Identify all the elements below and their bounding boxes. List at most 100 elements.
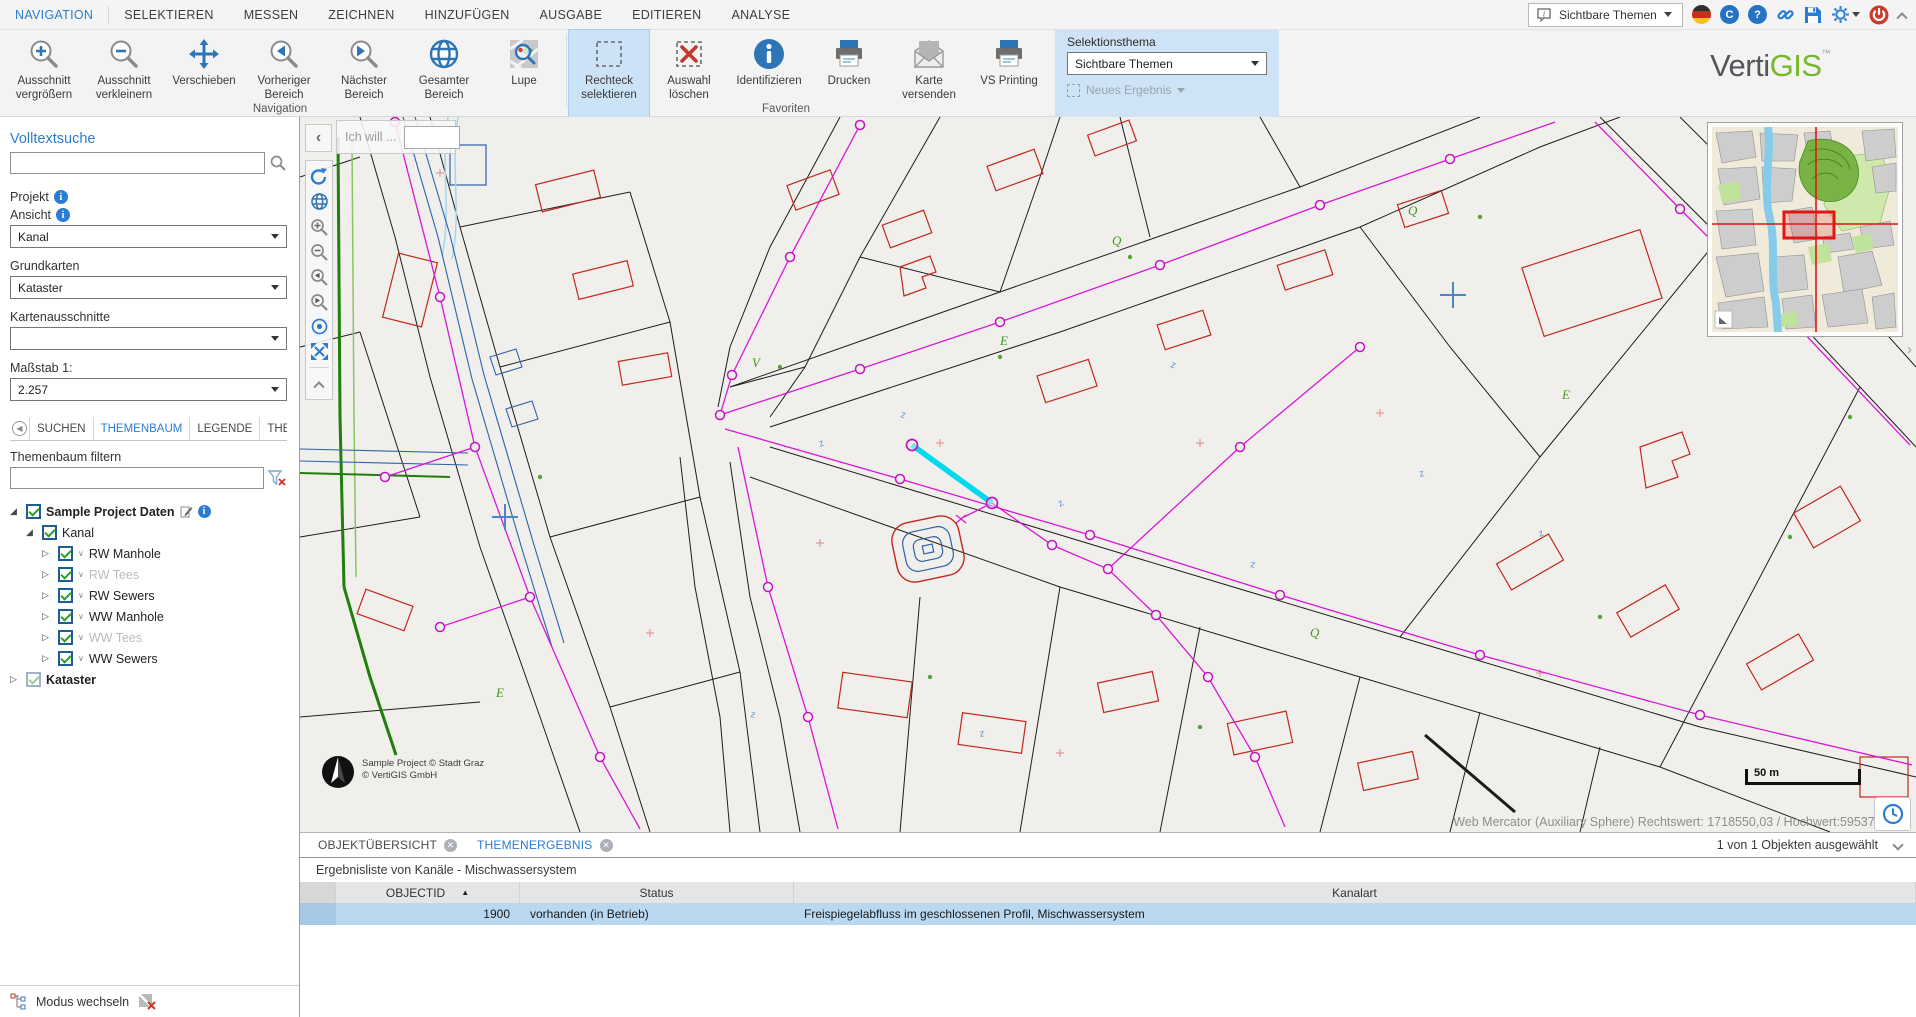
sort-ascending-icon[interactable]: ▲ bbox=[461, 888, 469, 897]
zoom-in-icon[interactable] bbox=[307, 214, 331, 239]
expand-arrows-icon[interactable] bbox=[307, 339, 331, 364]
pan-button[interactable]: Verschieben bbox=[164, 30, 244, 104]
menu-tab-messen[interactable]: MESSEN bbox=[229, 0, 314, 30]
clear-selection-button[interactable]: Auswahl löschen bbox=[649, 30, 729, 104]
column-header-kanalart[interactable]: Kanalart bbox=[794, 882, 1916, 903]
clear-filter-icon[interactable] bbox=[268, 469, 287, 487]
tree-collapsed-icon[interactable]: ▷ bbox=[42, 632, 53, 643]
settings-menu[interactable] bbox=[1831, 5, 1860, 24]
sidebar-collapse-button[interactable]: ‹ bbox=[305, 124, 332, 152]
center-target-icon[interactable] bbox=[307, 314, 331, 339]
menu-tab-analyse[interactable]: ANALYSE bbox=[716, 0, 805, 30]
tree-collapsed-icon[interactable]: ▷ bbox=[42, 653, 53, 664]
kanal-checkbox[interactable] bbox=[42, 525, 57, 540]
tab-themenbaum[interactable]: THEMENBAUM bbox=[93, 417, 190, 441]
next-extent-button[interactable]: Nächster Bereich bbox=[324, 30, 404, 104]
selected-sewer-segment[interactable] bbox=[907, 440, 998, 509]
collapse-tools-chevron-icon[interactable] bbox=[307, 371, 331, 396]
overview-collapse-icon[interactable]: › bbox=[1907, 341, 1912, 358]
tree-collapsed-icon[interactable]: ▷ bbox=[42, 611, 53, 622]
result-table-row-selected[interactable]: 1900 vorhanden (in Betrieb) Freispiegela… bbox=[300, 903, 1916, 925]
layer-menu-chevron-icon[interactable]: ∨ bbox=[78, 549, 84, 558]
map-viewport[interactable]: VEQEQEQ zzzzzzzzzz ‹ Ich will ... bbox=[300, 117, 1916, 832]
new-result-button[interactable]: Neues Ergebnis bbox=[1067, 83, 1267, 97]
moon-icon[interactable]: C bbox=[1720, 5, 1739, 24]
print-button[interactable]: Drucken bbox=[809, 30, 889, 104]
search-icon[interactable] bbox=[269, 154, 287, 172]
layer-menu-chevron-icon[interactable]: ∨ bbox=[78, 591, 84, 600]
menu-tab-ausgabe[interactable]: AUSGABE bbox=[525, 0, 618, 30]
kataster-checkbox[interactable] bbox=[26, 672, 41, 687]
layer-checkbox[interactable] bbox=[58, 567, 73, 582]
tree-row-rw-manhole[interactable]: ▷ ∨ RW Manhole bbox=[10, 543, 287, 564]
menu-tab-zeichnen[interactable]: ZEICHNEN bbox=[313, 0, 409, 30]
overview-map[interactable] bbox=[1707, 122, 1903, 337]
i-want-to-widget[interactable]: Ich will ... bbox=[336, 120, 456, 154]
tab-suchen[interactable]: SUCHEN bbox=[29, 417, 93, 441]
map-extents-dropdown[interactable] bbox=[10, 327, 287, 350]
tree-row-rw-sewers[interactable]: ▷ ∨ RW Sewers bbox=[10, 585, 287, 606]
column-header-status[interactable]: Status bbox=[520, 882, 794, 903]
root-checkbox[interactable] bbox=[26, 504, 41, 519]
current-extent-rectangle[interactable] bbox=[1784, 212, 1834, 238]
layer-checkbox[interactable] bbox=[58, 630, 73, 645]
menu-tab-editieren[interactable]: EDITIEREN bbox=[617, 0, 716, 30]
layer-menu-chevron-icon[interactable]: ∨ bbox=[78, 654, 84, 663]
tree-collapsed-icon[interactable]: ▷ bbox=[42, 590, 53, 601]
identify-button[interactable]: Identifizieren bbox=[729, 30, 809, 104]
tree-row-kanal[interactable]: ◢ Kanal bbox=[10, 522, 287, 543]
globe-icon[interactable] bbox=[307, 189, 331, 214]
next-extent-icon[interactable] bbox=[307, 289, 331, 314]
selection-theme-dropdown[interactable]: Sichtbare Themen bbox=[1067, 52, 1267, 75]
tree-row-ww-manhole[interactable]: ▷ ∨ WW Manhole bbox=[10, 606, 287, 627]
tree-row-ww-tees[interactable]: ▷ ∨ WW Tees bbox=[10, 627, 287, 648]
layer-checkbox[interactable] bbox=[58, 588, 73, 603]
tree-filter-input[interactable] bbox=[10, 467, 264, 489]
menu-tab-selektieren[interactable]: SELEKTIEREN bbox=[109, 0, 228, 30]
tree-row-kataster[interactable]: ▷ Kataster bbox=[10, 669, 287, 690]
logout-power-icon[interactable] bbox=[1869, 5, 1889, 25]
info-icon[interactable]: i bbox=[54, 190, 68, 204]
info-icon[interactable]: i bbox=[198, 505, 211, 518]
info-icon[interactable]: i bbox=[56, 208, 70, 222]
menu-tab-navigation[interactable]: NAVIGATION bbox=[0, 0, 108, 30]
full-extent-button[interactable]: Gesamter Bereich bbox=[404, 30, 484, 104]
zoom-out-button[interactable]: Ausschnitt verkleinern bbox=[84, 30, 164, 104]
history-clock-button[interactable] bbox=[1874, 797, 1911, 831]
magnifier-glass-button[interactable]: Lupe bbox=[484, 30, 564, 104]
view-dropdown[interactable]: Kanal bbox=[10, 225, 287, 248]
link-icon[interactable] bbox=[1776, 5, 1795, 24]
collapse-panel-chevron-icon[interactable] bbox=[1892, 839, 1903, 850]
tab-scroll-left-icon[interactable]: ◀ bbox=[12, 421, 27, 436]
zoom-out-icon[interactable] bbox=[307, 239, 331, 264]
language-flag-icon[interactable] bbox=[1692, 5, 1711, 24]
visible-themes-dropdown[interactable]: i Sichtbare Themen bbox=[1528, 3, 1683, 27]
vs-printing-button[interactable]: VS Printing bbox=[969, 30, 1049, 104]
menu-tab-hinzufuegen[interactable]: HINZUFÜGEN bbox=[410, 0, 525, 30]
basemap-dropdown[interactable]: Kataster bbox=[10, 276, 287, 299]
tree-collapsed-icon[interactable]: ▷ bbox=[10, 674, 21, 685]
layer-checkbox[interactable] bbox=[58, 609, 73, 624]
tree-expanded-icon[interactable]: ◢ bbox=[26, 527, 37, 538]
overview-corner-button[interactable] bbox=[1715, 311, 1732, 328]
refresh-icon[interactable] bbox=[307, 164, 331, 189]
close-icon[interactable]: ✕ bbox=[444, 839, 457, 852]
scale-dropdown[interactable]: 2.257 bbox=[10, 378, 287, 401]
tab-legende[interactable]: LEGENDE bbox=[189, 417, 259, 441]
row-selector-cell[interactable] bbox=[300, 903, 336, 925]
help-icon[interactable]: ? bbox=[1748, 5, 1767, 24]
layer-checkbox[interactable] bbox=[58, 546, 73, 561]
zoom-in-button[interactable]: Ausschnitt vergrößern bbox=[4, 30, 84, 104]
layer-menu-chevron-icon[interactable]: ∨ bbox=[78, 612, 84, 621]
previous-extent-button[interactable]: Vorheriger Bereich bbox=[244, 30, 324, 104]
edit-icon[interactable] bbox=[180, 505, 193, 518]
mode-switch-label[interactable]: Modus wechseln bbox=[36, 995, 129, 1009]
tree-row-root[interactable]: ◢ Sample Project Daten i bbox=[10, 501, 287, 522]
tree-row-ww-sewers[interactable]: ▷ ∨ WW Sewers bbox=[10, 648, 287, 669]
layer-checkbox[interactable] bbox=[58, 651, 73, 666]
close-icon[interactable]: ✕ bbox=[600, 839, 613, 852]
tree-collapsed-icon[interactable]: ▷ bbox=[42, 548, 53, 559]
collapse-ribbon-icon[interactable] bbox=[1896, 12, 1907, 23]
tree-row-rw-tees[interactable]: ▷ ∨ RW Tees bbox=[10, 564, 287, 585]
layer-menu-chevron-icon[interactable]: ∨ bbox=[78, 570, 84, 579]
